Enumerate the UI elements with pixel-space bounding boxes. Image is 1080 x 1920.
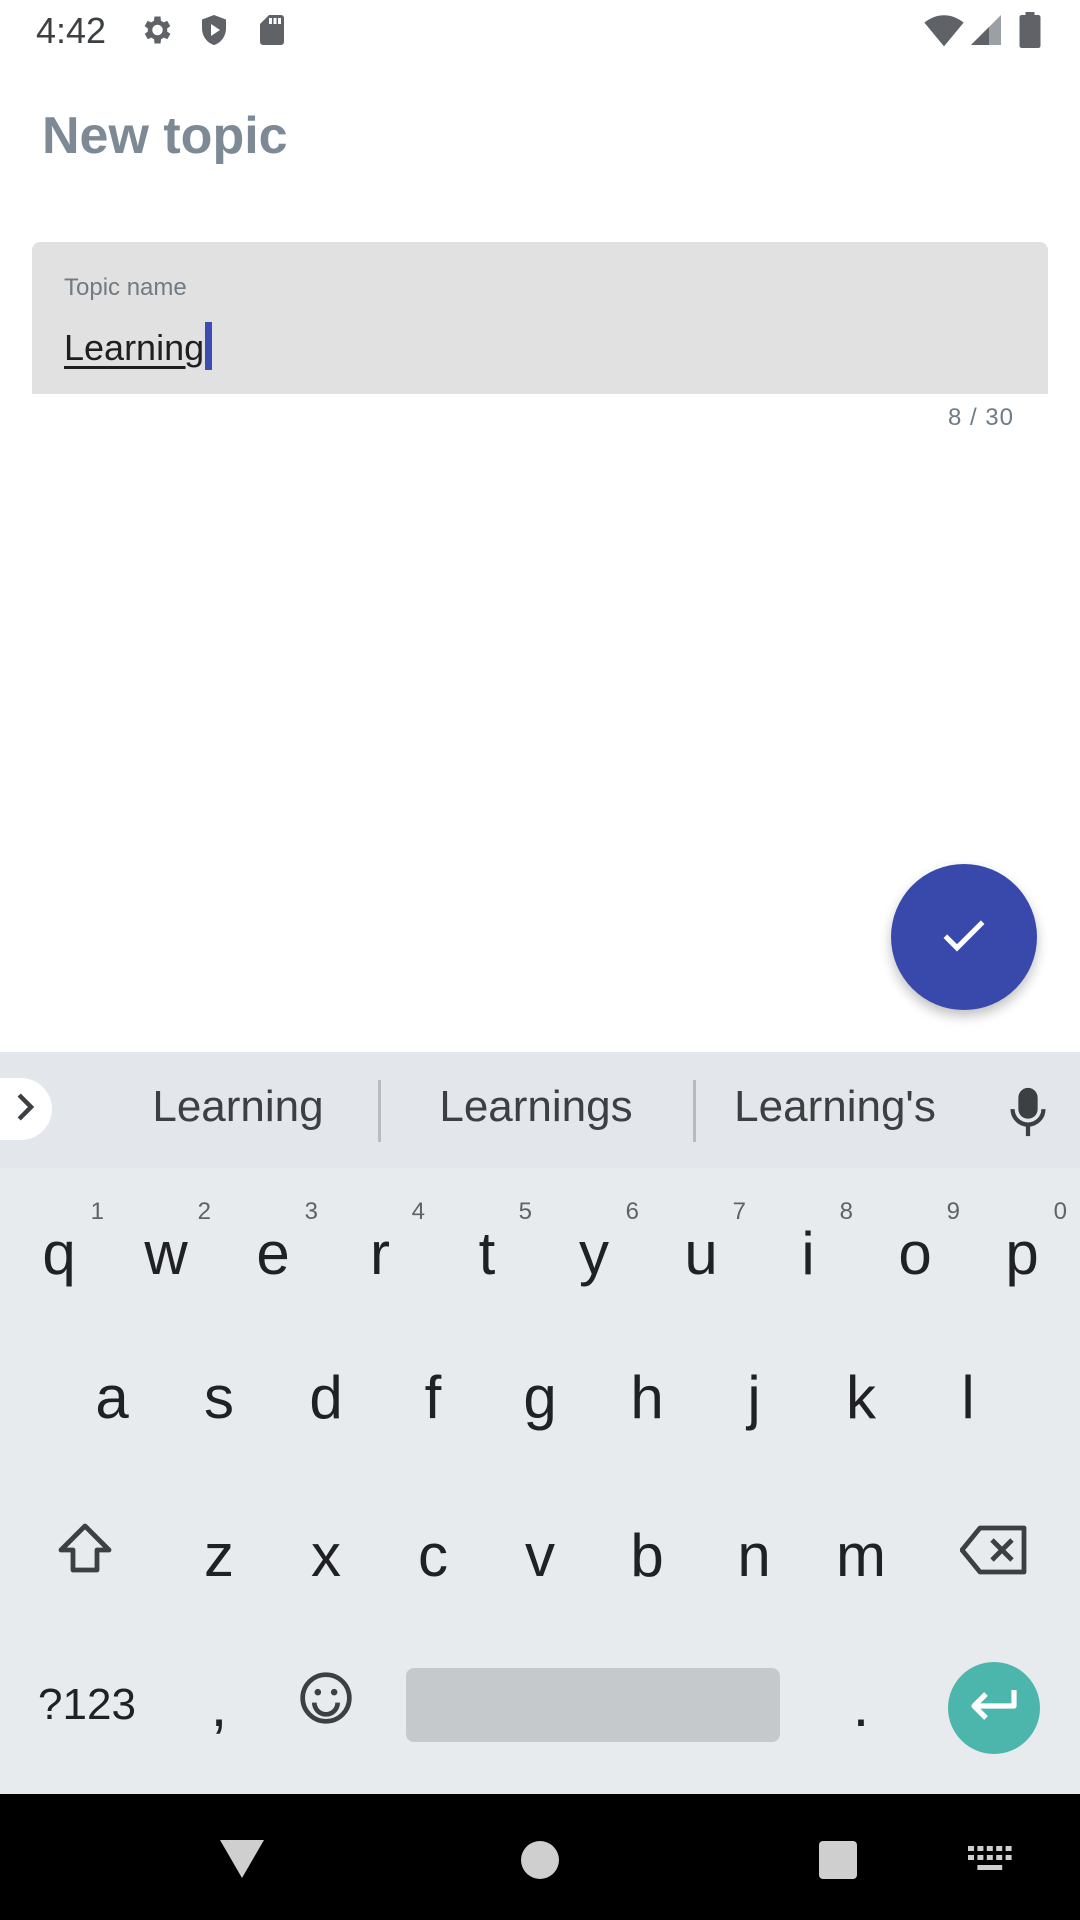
home-icon[interactable] bbox=[520, 1840, 560, 1885]
sd-card-icon bbox=[254, 12, 290, 53]
key-e[interactable]: e3 bbox=[220, 1182, 326, 1312]
signal-icon bbox=[968, 12, 1004, 53]
suggestion-divider bbox=[378, 1080, 381, 1142]
period-key[interactable]: . bbox=[808, 1640, 914, 1770]
gear-icon bbox=[138, 12, 174, 53]
page-title: New topic bbox=[42, 107, 288, 165]
recents-icon[interactable] bbox=[818, 1840, 858, 1885]
key-n[interactable]: n bbox=[701, 1490, 807, 1620]
wifi-icon bbox=[924, 12, 964, 53]
suggestion-1[interactable]: Learning bbox=[128, 1082, 348, 1132]
emoji-key[interactable] bbox=[273, 1640, 379, 1770]
key-j[interactable]: j bbox=[701, 1332, 807, 1462]
backspace-key[interactable] bbox=[942, 1490, 1048, 1620]
key-k[interactable]: k bbox=[808, 1332, 914, 1462]
status-bar: 4:42 bbox=[0, 0, 1080, 64]
topic-name-field[interactable]: Topic name Learning bbox=[32, 242, 1048, 394]
key-l[interactable]: l bbox=[915, 1332, 1021, 1462]
key-w[interactable]: w2 bbox=[113, 1182, 219, 1312]
key-u[interactable]: u7 bbox=[648, 1182, 754, 1312]
chevron-right-icon bbox=[13, 1090, 39, 1129]
microphone-icon[interactable] bbox=[1004, 1086, 1052, 1145]
key-p[interactable]: p0 bbox=[969, 1182, 1075, 1312]
suggestion-2[interactable]: Learnings bbox=[420, 1082, 652, 1132]
key-y[interactable]: y6 bbox=[541, 1182, 647, 1312]
comma-key[interactable]: , bbox=[166, 1640, 272, 1770]
symbols-key[interactable]: ?123 bbox=[22, 1640, 152, 1770]
battery-icon bbox=[1018, 12, 1042, 53]
emoji-icon bbox=[298, 1670, 354, 1740]
expand-toolbar-button[interactable] bbox=[0, 1078, 52, 1140]
key-r[interactable]: r4 bbox=[327, 1182, 433, 1312]
suggestion-divider bbox=[693, 1080, 696, 1142]
text-cursor bbox=[205, 322, 213, 370]
save-topic-button[interactable] bbox=[891, 864, 1037, 1010]
check-icon bbox=[936, 907, 992, 968]
status-time: 4:42 bbox=[36, 10, 107, 51]
key-i[interactable]: i8 bbox=[755, 1182, 861, 1312]
enter-arrow-icon bbox=[968, 1686, 1020, 1731]
key-v[interactable]: v bbox=[487, 1490, 593, 1620]
key-b[interactable]: b bbox=[594, 1490, 700, 1620]
key-o[interactable]: o9 bbox=[862, 1182, 968, 1312]
back-icon[interactable] bbox=[218, 1838, 266, 1885]
space-bar[interactable] bbox=[406, 1668, 780, 1742]
key-c[interactable]: c bbox=[380, 1490, 486, 1620]
backspace-icon bbox=[959, 1521, 1030, 1590]
key-q[interactable]: q1 bbox=[6, 1182, 112, 1312]
key-d[interactable]: d bbox=[273, 1332, 379, 1462]
key-s[interactable]: s bbox=[166, 1332, 272, 1462]
shift-key[interactable] bbox=[32, 1490, 138, 1620]
key-x[interactable]: x bbox=[273, 1490, 379, 1620]
keyboard-switch-icon[interactable] bbox=[968, 1846, 1012, 1877]
key-h[interactable]: h bbox=[594, 1332, 700, 1462]
topic-name-input[interactable]: Learning bbox=[64, 322, 213, 370]
character-counter: 8 / 30 bbox=[947, 404, 1014, 431]
key-t[interactable]: t5 bbox=[434, 1182, 540, 1312]
key-g[interactable]: g bbox=[487, 1332, 593, 1462]
shield-play-icon bbox=[196, 12, 232, 53]
navigation-bar bbox=[0, 1794, 1080, 1920]
topic-name-value: Learning bbox=[64, 327, 205, 368]
key-a[interactable]: a bbox=[59, 1332, 165, 1462]
suggestion-3[interactable]: Learning's bbox=[722, 1082, 948, 1132]
shift-icon bbox=[55, 1520, 115, 1590]
suggestion-strip: Learning Learnings Learning's bbox=[0, 1052, 1080, 1168]
key-z[interactable]: z bbox=[166, 1490, 272, 1620]
key-f[interactable]: f bbox=[380, 1332, 486, 1462]
topic-name-label: Topic name bbox=[64, 274, 187, 301]
enter-key[interactable] bbox=[948, 1662, 1040, 1754]
key-m[interactable]: m bbox=[808, 1490, 914, 1620]
